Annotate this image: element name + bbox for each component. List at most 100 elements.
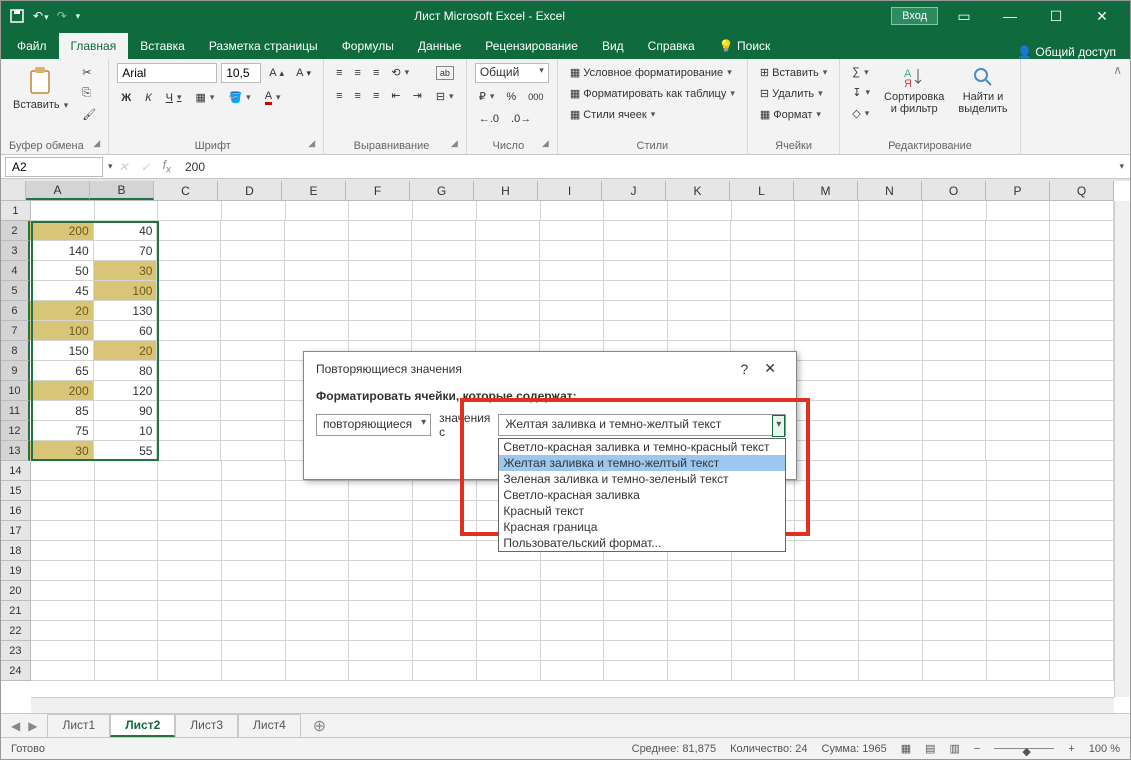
cell[interactable]	[477, 561, 541, 581]
cell[interactable]	[795, 261, 859, 281]
align-center-icon[interactable]: ≡	[351, 86, 365, 105]
row-header[interactable]: 15	[1, 481, 31, 501]
cell[interactable]: 150	[30, 341, 94, 361]
row-header[interactable]: 7	[1, 321, 30, 341]
cell[interactable]	[412, 241, 476, 261]
cell[interactable]	[923, 581, 987, 601]
cell[interactable]	[413, 501, 477, 521]
cell[interactable]	[987, 201, 1051, 221]
cell[interactable]	[158, 501, 222, 521]
sheet-tab[interactable]: Лист1	[47, 714, 110, 737]
cell[interactable]	[668, 261, 732, 281]
cell[interactable]	[31, 601, 95, 621]
cell[interactable]	[222, 481, 286, 501]
cell[interactable]: 20	[30, 301, 94, 321]
cell[interactable]	[349, 301, 413, 321]
number-launcher-icon[interactable]: ◢	[542, 138, 549, 152]
tab-view[interactable]: Вид	[590, 33, 636, 59]
cell[interactable]	[477, 641, 541, 661]
align-middle-icon[interactable]: ≡	[351, 63, 365, 82]
cell[interactable]	[31, 541, 95, 561]
cell[interactable]	[349, 201, 413, 221]
font-size-input[interactable]	[221, 63, 261, 83]
cell[interactable]: 100	[94, 281, 158, 301]
cell[interactable]	[1050, 641, 1114, 661]
cell[interactable]	[349, 281, 413, 301]
cell[interactable]	[859, 261, 923, 281]
cell[interactable]	[731, 261, 795, 281]
cell[interactable]	[668, 201, 732, 221]
clear-icon[interactable]: ◇▾	[848, 104, 874, 123]
minimize-icon[interactable]: —	[990, 8, 1030, 24]
column-header[interactable]: B	[90, 181, 154, 200]
cell[interactable]	[477, 661, 541, 681]
cell[interactable]	[286, 541, 350, 561]
column-header[interactable]: O	[922, 181, 986, 200]
cell[interactable]	[158, 201, 222, 221]
row-header[interactable]: 18	[1, 541, 31, 561]
cell[interactable]	[413, 601, 477, 621]
tab-file[interactable]: Файл	[5, 33, 59, 59]
cell[interactable]	[541, 601, 605, 621]
cell[interactable]	[1050, 561, 1114, 581]
cell[interactable]	[987, 541, 1051, 561]
cell[interactable]	[31, 521, 95, 541]
cell[interactable]	[859, 641, 923, 661]
login-button[interactable]: Вход	[891, 7, 938, 25]
cell[interactable]	[795, 441, 859, 461]
dropdown-option[interactable]: Красная граница	[499, 519, 785, 535]
collapse-ribbon-icon[interactable]: ∧	[1105, 59, 1130, 154]
align-left-icon[interactable]: ≡	[332, 86, 346, 105]
row-header[interactable]: 23	[1, 641, 31, 661]
cell[interactable]	[795, 621, 859, 641]
cell[interactable]	[412, 221, 476, 241]
cell[interactable]	[923, 421, 987, 441]
cell[interactable]	[286, 641, 350, 661]
tab-formulas[interactable]: Формулы	[330, 33, 406, 59]
undo-icon[interactable]: ↶▾	[33, 9, 49, 23]
cell[interactable]	[157, 341, 221, 361]
increase-font-icon[interactable]: A▴	[265, 63, 288, 83]
column-header[interactable]: F	[346, 181, 410, 200]
cell[interactable]	[476, 221, 540, 241]
column-header[interactable]: M	[794, 181, 858, 200]
cell[interactable]	[604, 561, 668, 581]
cell[interactable]: 10	[94, 421, 158, 441]
cell[interactable]	[986, 341, 1050, 361]
cell[interactable]	[795, 361, 859, 381]
cell[interactable]	[286, 481, 350, 501]
cell[interactable]	[668, 581, 732, 601]
cell[interactable]	[604, 641, 668, 661]
column-header[interactable]: E	[282, 181, 346, 200]
maximize-icon[interactable]: ☐	[1036, 8, 1076, 25]
format-as-table-button[interactable]: ▦ Форматировать как таблицу▾	[566, 84, 739, 103]
cell[interactable]	[349, 541, 413, 561]
cell[interactable]	[477, 601, 541, 621]
cell[interactable]	[285, 261, 349, 281]
column-header[interactable]: A	[26, 181, 90, 200]
cell[interactable]	[923, 441, 987, 461]
cell[interactable]: 200	[30, 381, 94, 401]
cell[interactable]	[986, 421, 1050, 441]
cell[interactable]	[859, 201, 923, 221]
cell[interactable]	[859, 301, 923, 321]
paste-button[interactable]: Вставить ▾	[9, 63, 72, 113]
cell[interactable]	[923, 341, 987, 361]
cell[interactable]	[923, 221, 987, 241]
cell[interactable]: 30	[30, 441, 94, 461]
cell[interactable]	[859, 341, 923, 361]
cell[interactable]	[859, 461, 923, 481]
cell[interactable]	[31, 481, 95, 501]
cell[interactable]: 120	[94, 381, 158, 401]
cell[interactable]	[923, 601, 987, 621]
cell[interactable]	[221, 301, 285, 321]
row-header[interactable]: 9	[1, 361, 30, 381]
increase-decimal-icon[interactable]: ←.0	[475, 110, 503, 128]
cell[interactable]	[795, 661, 859, 681]
cell[interactable]	[859, 561, 923, 581]
dropdown-option[interactable]: Красный текст	[499, 503, 785, 519]
cell[interactable]	[987, 521, 1051, 541]
cell[interactable]	[540, 281, 604, 301]
row-header[interactable]: 22	[1, 621, 31, 641]
cell[interactable]	[477, 201, 541, 221]
